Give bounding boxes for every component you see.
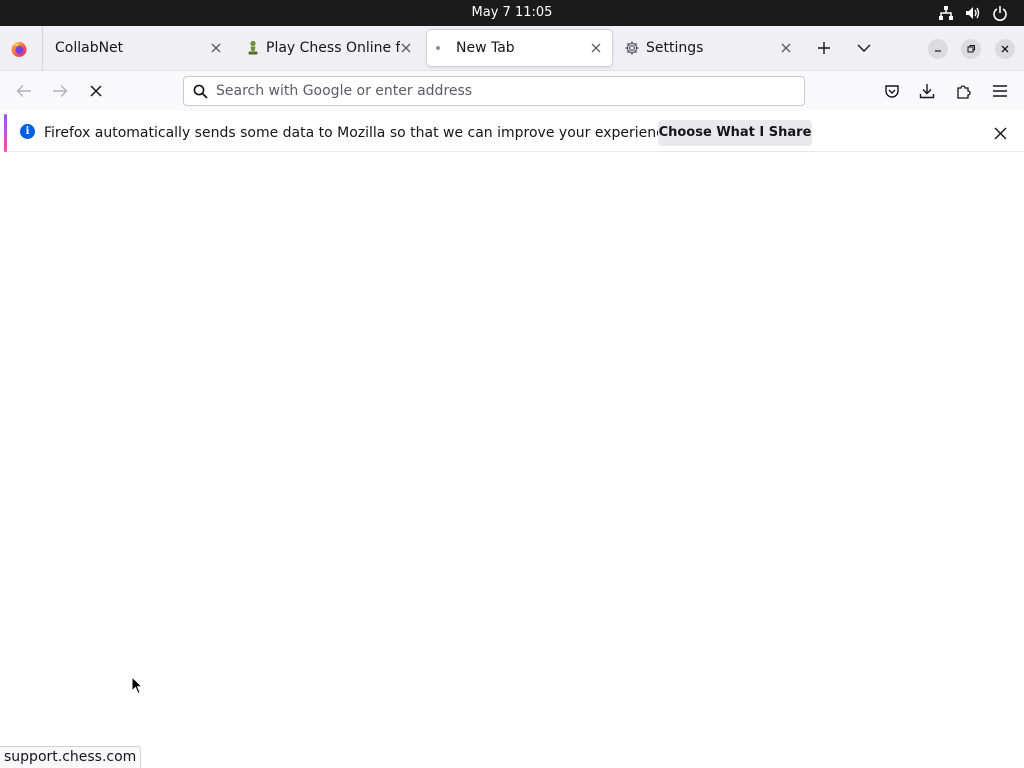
list-all-tabs-chevron-down-icon[interactable]: [852, 36, 876, 60]
tab-strip: CollabNet Play Chess Online for Free New…: [0, 26, 1024, 71]
restore-window-icon[interactable]: [961, 39, 981, 59]
close-icon[interactable]: [778, 40, 794, 56]
tab-separator: [42, 26, 43, 71]
minimize-window-icon[interactable]: [928, 39, 948, 59]
back-arrow-icon[interactable]: [12, 79, 36, 103]
tab-collabnet[interactable]: CollabNet: [42, 30, 234, 66]
mouse-pointer-icon: [131, 675, 144, 699]
hamburger-menu-icon[interactable]: [988, 79, 1012, 103]
notification-message: Firefox automatically sends some data to…: [44, 125, 677, 141]
volume-icon[interactable]: [964, 5, 982, 21]
tab-title: New Tab: [456, 40, 515, 56]
stop-loading-icon[interactable]: [84, 79, 108, 103]
info-icon: i: [20, 124, 35, 139]
system-clock[interactable]: May 7 11:05: [0, 0, 1024, 26]
new-tab-plus-icon[interactable]: [812, 36, 836, 60]
choose-what-i-share-button[interactable]: Choose What I Share: [658, 120, 812, 146]
close-icon[interactable]: [208, 40, 224, 56]
forward-arrow-icon[interactable]: [48, 79, 72, 103]
gear-icon: [624, 40, 640, 60]
url-input[interactable]: [216, 80, 786, 102]
chess-pawn-icon: [246, 40, 260, 60]
system-tray[interactable]: [938, 0, 1008, 26]
data-collection-notification: i Firefox automatically sends some data …: [4, 114, 1024, 152]
downloads-icon[interactable]: [915, 79, 939, 103]
close-window-icon[interactable]: [995, 39, 1015, 59]
close-icon[interactable]: [990, 123, 1010, 143]
power-icon[interactable]: [992, 5, 1008, 21]
notification-accent-bar: [4, 114, 7, 152]
navigation-toolbar: [0, 71, 1024, 111]
close-icon[interactable]: [588, 40, 604, 56]
link-status-bar: support.chess.com: [0, 746, 142, 768]
loading-dot-icon: [436, 46, 440, 50]
page-content: [0, 156, 1024, 768]
network-icon[interactable]: [938, 5, 954, 21]
tab-title: Settings: [646, 40, 704, 56]
address-bar[interactable]: [183, 76, 805, 106]
search-icon: [193, 84, 208, 103]
pocket-icon[interactable]: [880, 79, 904, 103]
extensions-puzzle-icon[interactable]: [952, 79, 976, 103]
tab-play-chess[interactable]: Play Chess Online for Free: [238, 30, 424, 66]
system-top-bar: May 7 11:05: [0, 0, 1024, 26]
close-icon[interactable]: [398, 40, 414, 56]
tab-settings[interactable]: Settings: [616, 30, 802, 66]
tab-new-tab[interactable]: New Tab: [427, 30, 612, 66]
tab-title: CollabNet: [55, 40, 124, 56]
tab-title: Play Chess Online for Free: [266, 40, 400, 56]
firefox-logo-icon[interactable]: [10, 40, 28, 58]
